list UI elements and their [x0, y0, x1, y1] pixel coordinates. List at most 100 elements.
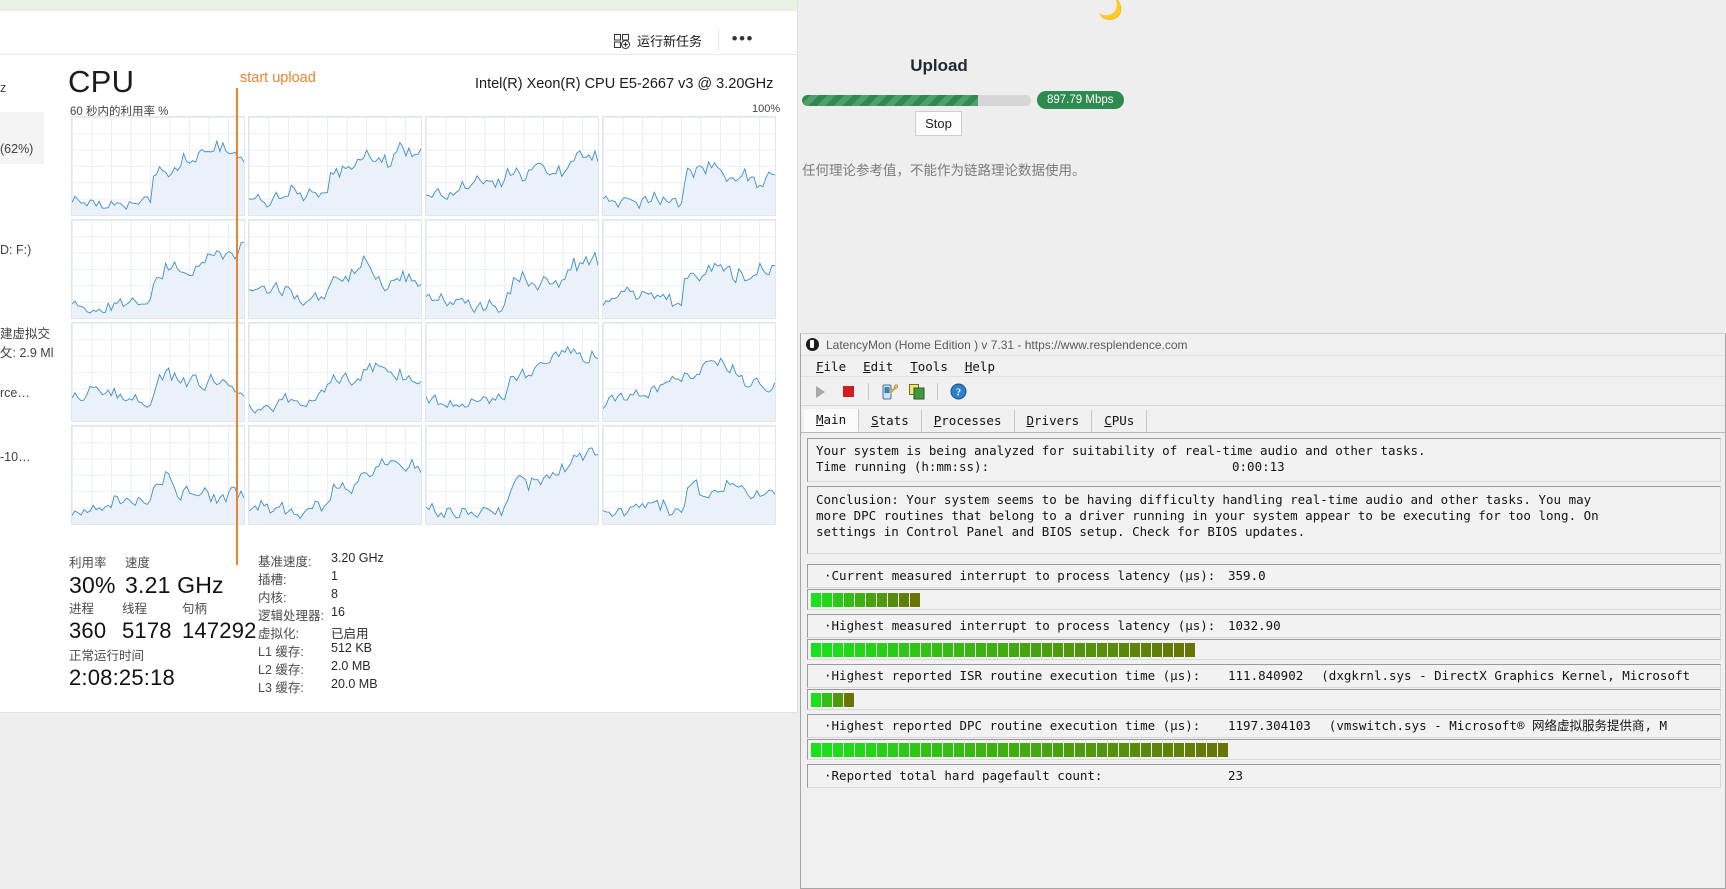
meter-segment [844, 693, 854, 707]
sidebar-text-0: z [0, 81, 7, 95]
play-icon[interactable] [809, 381, 831, 403]
meter-segment [1152, 643, 1162, 657]
spec-row: 虚拟化: 已启用 [258, 623, 384, 641]
cpu-core-graph [71, 116, 245, 216]
disclaimer-text: 任何理论参考值，不能作为链路理论数据使用。 [802, 163, 1086, 178]
stop-icon[interactable] [837, 381, 859, 403]
spec-row: L3 缓存: 20.0 MB [258, 677, 384, 695]
toolbar-separator-1 [868, 383, 869, 400]
cpu-core-graph [602, 322, 776, 422]
meter-segment [833, 693, 843, 707]
wizard-icon[interactable] [878, 381, 900, 403]
meter-segment [1009, 643, 1019, 657]
processes-value: 360 [69, 618, 107, 643]
handles-value: 147292 [182, 618, 257, 643]
threads-label: 线程 [122, 602, 148, 616]
run-new-task-label: 运行新任务 [636, 34, 702, 49]
meter-segment [1075, 743, 1085, 757]
metric-note: (vmswitch.sys - Microsoft® 网络虚拟服务提供商, M [1328, 718, 1668, 733]
meter-segment [888, 743, 898, 757]
run-new-task-button[interactable]: 运行新任务 [613, 31, 702, 50]
cpu-core-graph [602, 425, 776, 525]
tab-main[interactable]: Main [804, 409, 860, 432]
sidebar-text-1: (62%) [0, 142, 34, 156]
meter-segment [1031, 643, 1041, 657]
uptime-label: 正常运行时间 [69, 649, 145, 663]
stop-button[interactable]: Stop [915, 111, 962, 136]
meter-segment [822, 743, 832, 757]
latencymon-window: LatencyMon (Home Edition ) v 7.31 - http… [800, 333, 1726, 889]
handles-label: 句柄 [182, 602, 208, 616]
meter-segment [811, 693, 821, 707]
sidebar-text-3: 建虚拟交 [0, 327, 51, 341]
cpu-core-graph [602, 219, 776, 319]
latencymon-menubar: File Edit Tools Help [801, 357, 1725, 377]
more-options-button[interactable]: ••• [732, 30, 754, 47]
help-icon[interactable]: ? [947, 381, 969, 403]
metric-meter [807, 639, 1721, 660]
meter-segment [1064, 743, 1074, 757]
menu-tools[interactable]: Tools [904, 358, 954, 375]
copy-icon[interactable] [906, 381, 928, 403]
metric-label: ·Current measured interrupt to process l… [824, 568, 1216, 583]
meter-segment [1196, 743, 1206, 757]
task-manager-toolbar: 运行新任务 ••• [0, 11, 797, 55]
metric-value: 359.0 [1228, 568, 1266, 583]
metric-value: 1197.304103 [1228, 718, 1311, 733]
meter-segment [1141, 643, 1151, 657]
meter-segment [1086, 643, 1096, 657]
meter-segment [1152, 743, 1162, 757]
sidebar-text-4: 攵: 2.9 Ml [0, 346, 54, 360]
task-manager-sidebar: z (62%) D: F:) 建虚拟交 攵: 2.9 Ml rce… -10… [0, 55, 54, 712]
graph-axis-max: 100% [752, 103, 781, 115]
time-running-value: 0:00:13 [1232, 459, 1285, 474]
meter-segment [1042, 643, 1052, 657]
meter-segment [1163, 743, 1173, 757]
meter-segment [1097, 743, 1107, 757]
window-top-strip [0, 0, 797, 11]
spec-key: 虚拟化: [258, 627, 299, 641]
spec-key: L2 缓存: [258, 663, 304, 677]
uptime-value: 2:08:25:18 [69, 665, 175, 690]
meter-segment [943, 643, 953, 657]
upload-title: Upload [910, 56, 968, 75]
meter-segment [855, 643, 865, 657]
spec-value: 2.0 MB [331, 659, 371, 673]
spec-value: 16 [331, 605, 345, 619]
sidebar-selected-item[interactable] [0, 112, 44, 164]
upload-speed-badge: 897.79 Mbps [1037, 91, 1124, 109]
meter-segment [943, 743, 953, 757]
menu-file[interactable]: File [810, 358, 852, 375]
cpu-core-graph [248, 219, 422, 319]
tab-cpus[interactable]: CPUs [1092, 410, 1148, 432]
metric-label: ·Highest measured interrupt to process l… [824, 618, 1216, 633]
meter-segment [1097, 643, 1107, 657]
menu-help[interactable]: Help [959, 358, 1001, 375]
moon-icon[interactable]: 🌙 [1098, 0, 1123, 20]
spec-key: L3 缓存: [258, 681, 304, 695]
cpu-core-graph [425, 322, 599, 422]
menu-edit[interactable]: Edit [857, 358, 899, 375]
speed-value: 3.21 GHz [125, 572, 224, 598]
cpu-core-graph [71, 219, 245, 319]
meter-segment [910, 593, 920, 607]
tab-drivers[interactable]: Drivers [1015, 410, 1093, 432]
meter-segment [1064, 643, 1074, 657]
metric-row: ·Reported total hard pagefault count: 23 [807, 764, 1721, 788]
meter-segment [811, 643, 821, 657]
spec-value: 已启用 [331, 627, 369, 641]
svg-text:?: ? [955, 387, 960, 398]
meter-segment [921, 743, 931, 757]
cpu-model-label: Intel(R) Xeon(R) CPU E5-2667 v3 @ 3.20GH… [475, 76, 774, 92]
spec-value: 512 KB [331, 641, 373, 655]
analysis-status-line: Your system is being analyzed for suitab… [816, 443, 1426, 458]
tab-processes[interactable]: Processes [922, 410, 1015, 432]
spec-row: 插槽: 1 [258, 569, 384, 587]
meter-segment [844, 743, 854, 757]
meter-segment [866, 743, 876, 757]
meter-segment [833, 593, 843, 607]
meter-segment [844, 643, 854, 657]
tab-stats[interactable]: Stats [859, 410, 922, 432]
meter-segment [1185, 643, 1195, 657]
sidebar-text-2: D: F:) [0, 243, 32, 257]
